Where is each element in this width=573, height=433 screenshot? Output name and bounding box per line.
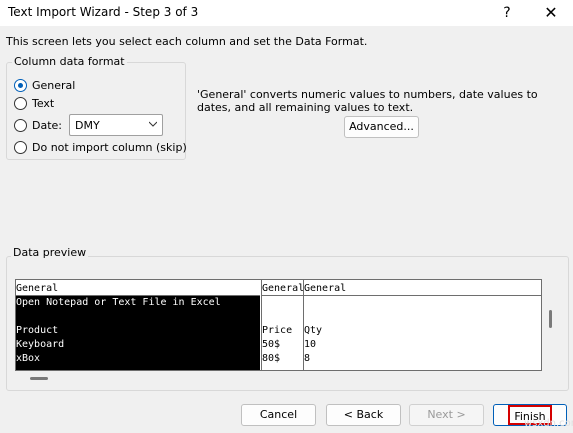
radio-date-circle[interactable] (14, 118, 27, 132)
preview-cell: Keyboard (16, 339, 65, 350)
column-header[interactable]: General (304, 280, 541, 295)
column-body[interactable]: Qty 10 8 (304, 295, 541, 370)
column-body[interactable]: Open Notepad or Text File in Excel Produ… (16, 295, 260, 370)
radio-general[interactable]: General (14, 77, 75, 93)
format-description: 'General' converts numeric values to num… (197, 88, 538, 114)
chevron-down-icon (149, 121, 157, 127)
preview-cell: Price (262, 325, 293, 336)
preview-column-2[interactable]: General Price 50$ 80$ (261, 280, 303, 370)
date-format-value: DMY (75, 119, 100, 132)
preview-cell: Open Notepad or Text File in Excel (16, 297, 221, 308)
preview-cell: 8 (304, 353, 311, 364)
radio-text-label: Text (32, 96, 55, 110)
window-title: Text Import Wizard - Step 3 of 3 (8, 5, 199, 19)
intro-text: This screen lets you select each column … (6, 35, 368, 48)
preview-column-1[interactable]: General Open Notepad or Text File in Exc… (16, 280, 260, 370)
next-button: Next > (409, 404, 484, 426)
column-format-legend: Column data format (12, 55, 127, 68)
radio-skip[interactable]: Do not import column (skip) (14, 139, 187, 155)
horizontal-scroll-thumb[interactable] (30, 377, 48, 380)
preview-cell: 10 (304, 339, 317, 350)
preview-column-3[interactable]: General Qty 10 8 (303, 280, 541, 370)
radio-general-circle[interactable] (14, 78, 27, 92)
data-preview-grid[interactable]: General Open Notepad or Text File in Exc… (15, 279, 542, 371)
radio-date-label: Date: (32, 118, 62, 132)
close-icon[interactable]: ✕ (535, 0, 567, 26)
title-bar: Text Import Wizard - Step 3 of 3 ? ✕ (0, 0, 573, 26)
date-format-select[interactable]: DMY (69, 114, 163, 136)
column-header[interactable]: General (262, 280, 303, 295)
data-preview-legend: Data preview (11, 246, 89, 259)
preview-cell: Product (16, 325, 59, 336)
preview-cell: Qty (304, 325, 323, 336)
watermark: wsxdn.com (524, 418, 573, 429)
cancel-button[interactable]: Cancel (241, 404, 316, 426)
radio-skip-circle[interactable] (14, 140, 27, 154)
radio-skip-label: Do not import column (skip) (32, 140, 187, 154)
preview-cell: xBox (16, 353, 41, 364)
column-header[interactable]: General (16, 280, 260, 295)
radio-text-circle[interactable] (14, 96, 27, 110)
back-button[interactable]: < Back (326, 404, 401, 426)
preview-cell: 80$ (262, 353, 281, 364)
radio-text[interactable]: Text (14, 95, 54, 111)
help-icon[interactable]: ? (492, 0, 522, 26)
radio-date[interactable]: Date: (14, 117, 62, 133)
preview-cell: 50$ (262, 339, 281, 350)
advanced-button[interactable]: Advanced... (344, 116, 419, 138)
vertical-scroll-thumb[interactable] (549, 310, 552, 328)
radio-general-label: General (32, 78, 76, 92)
column-body[interactable]: Price 50$ 80$ (262, 295, 303, 370)
